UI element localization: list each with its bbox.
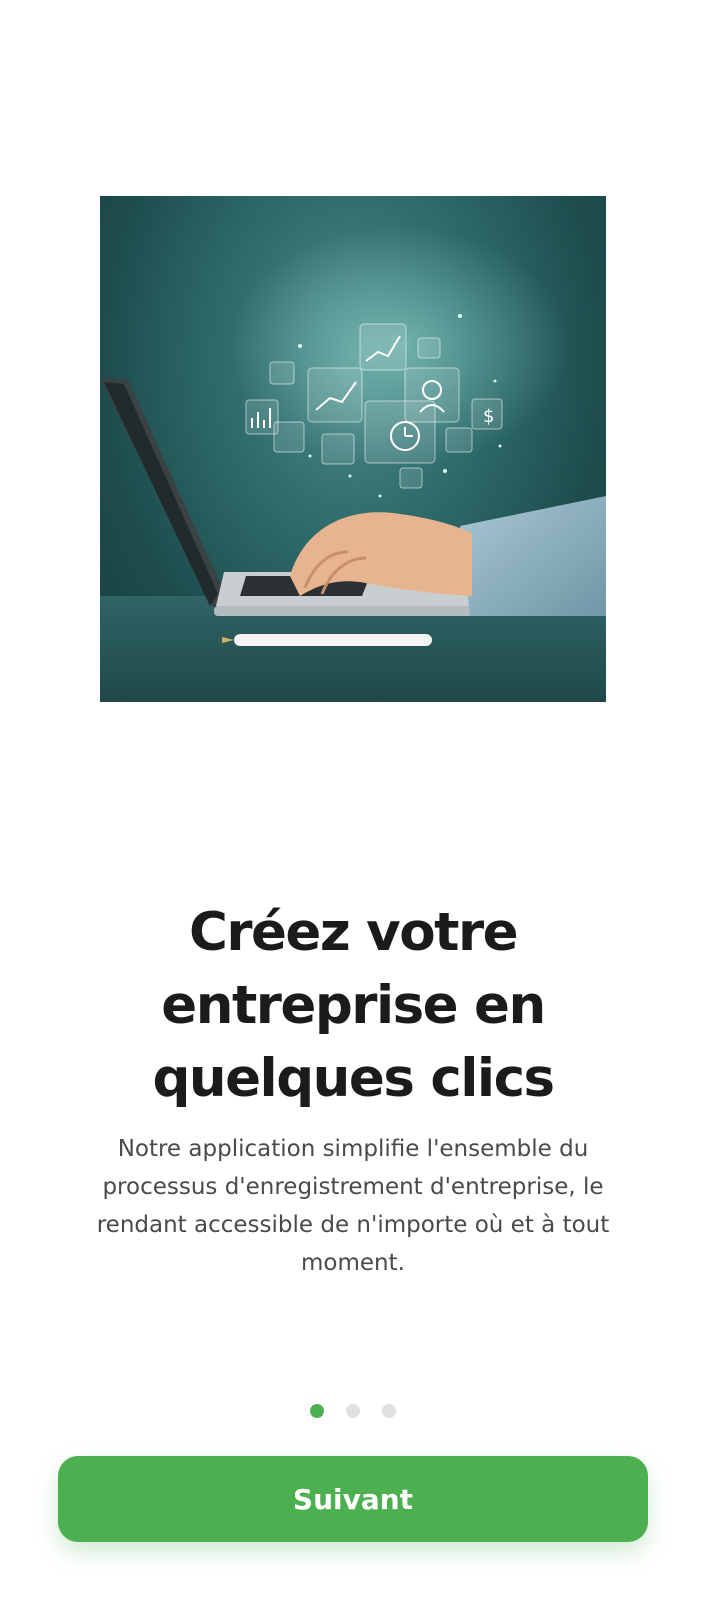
- next-button[interactable]: Suivant: [58, 1456, 648, 1542]
- svg-text:$: $: [483, 406, 494, 427]
- pagination-dot-active[interactable]: [310, 1404, 324, 1418]
- hero-image: $: [100, 196, 606, 702]
- pagination-dot[interactable]: [382, 1404, 396, 1418]
- onboarding-description: Notre application simplifie l'ensemble d…: [96, 1136, 610, 1276]
- pagination-dot[interactable]: [346, 1404, 360, 1418]
- pagination-dots: [0, 1404, 706, 1418]
- onboarding-title: Créez votre entreprise en quelques clics: [152, 902, 555, 1109]
